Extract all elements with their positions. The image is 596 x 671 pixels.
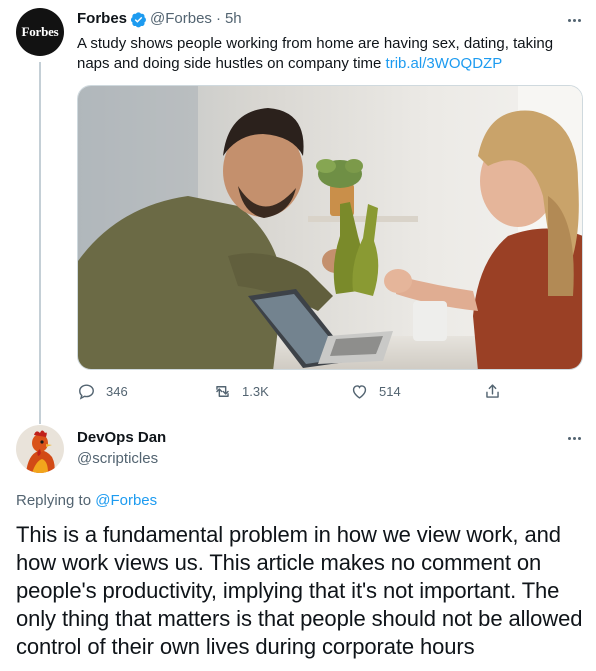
- author-handle[interactable]: @scripticles: [77, 449, 158, 469]
- tweet-text: This is a fundamental problem in how we …: [16, 522, 583, 659]
- share-button[interactable]: [483, 382, 512, 401]
- replying-to-link[interactable]: @Forbes: [95, 492, 157, 509]
- photo-two-people-toasting-beer: [78, 86, 582, 369]
- retweet-icon: [216, 386, 229, 397]
- tweet-header: Forbes @Forbes · 5h: [77, 9, 242, 29]
- share-icon: [486, 384, 499, 398]
- tweet-text: A study shows people working from home a…: [77, 34, 582, 74]
- rooster-avatar-image: [16, 425, 64, 473]
- reply-button[interactable]: 346: [77, 382, 128, 401]
- replying-to: Replying to @Forbes: [16, 491, 157, 511]
- retweet-count: 1.3K: [242, 384, 269, 399]
- tweet-actions: 346 1.3K 514: [77, 382, 507, 404]
- dot-separator: ·: [215, 10, 221, 27]
- replying-prefix: Replying to: [16, 492, 96, 509]
- tweet-media-photo[interactable]: [77, 85, 583, 370]
- verified-badge-icon: [130, 11, 146, 27]
- retweet-button[interactable]: 1.3K: [213, 382, 269, 401]
- more-options-icon[interactable]: [564, 10, 584, 30]
- like-button[interactable]: 514: [350, 382, 401, 401]
- tweet-link[interactable]: trib.al/3WOQDZP: [386, 55, 503, 72]
- reply-icon: [79, 384, 94, 400]
- more-options-icon[interactable]: [564, 428, 584, 448]
- author-name[interactable]: DevOps Dan: [77, 428, 166, 448]
- heart-icon: [352, 385, 367, 399]
- avatar[interactable]: [16, 425, 64, 473]
- avatar-logo-text: Forbes: [21, 24, 59, 39]
- like-count: 514: [379, 384, 401, 399]
- timestamp[interactable]: 5h: [225, 9, 242, 29]
- author-name[interactable]: Forbes: [77, 9, 127, 29]
- reply-count: 346: [106, 384, 128, 399]
- avatar[interactable]: Forbes: [16, 8, 64, 56]
- thread-connector-line: [39, 62, 41, 424]
- author-handle[interactable]: @Forbes: [150, 9, 212, 29]
